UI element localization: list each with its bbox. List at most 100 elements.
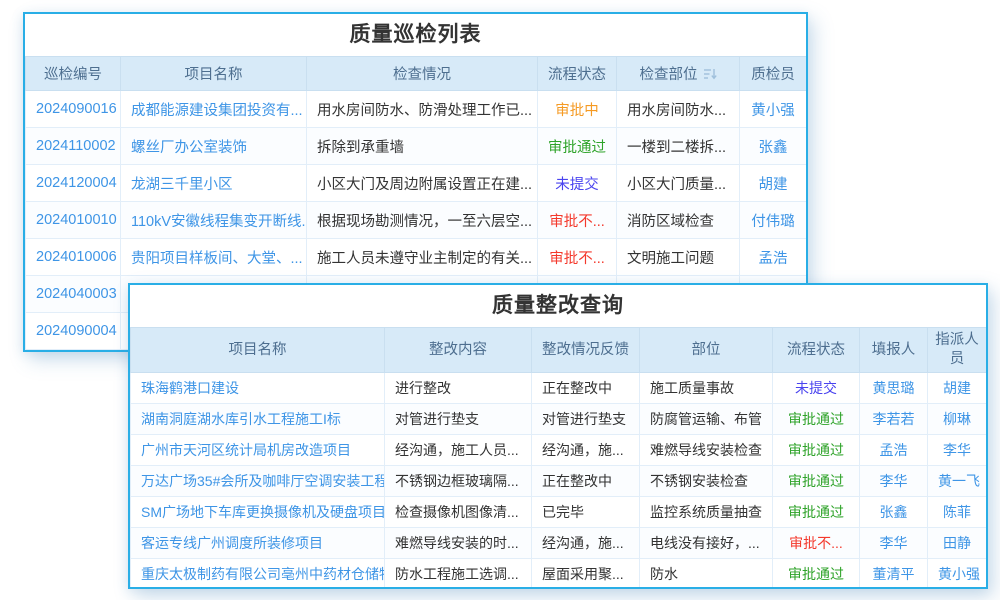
header-flow-status: 流程状态 xyxy=(773,328,860,373)
inspector-link[interactable]: 孟浩 xyxy=(759,251,788,267)
project-name-link[interactable]: 龙湖三千里小区 xyxy=(131,177,233,193)
rectification-table: 项目名称 整改内容 整改情况反馈 部位 流程状态 填报人 指派人员 珠海鹤港口建… xyxy=(130,327,987,589)
project-name-link[interactable]: 贵阳项目样板间、大堂、... xyxy=(131,251,303,267)
cell-inspection-id: 2024090004 xyxy=(26,313,121,350)
inspector-link[interactable]: 胡建 xyxy=(759,177,788,193)
cell-rectify-content: 对管进行垫支 xyxy=(385,404,532,435)
table-row: 2024010010 110kV安徽线程集变开断线... 根据现场勘测情况，一至… xyxy=(26,202,807,239)
header-inspection-id: 巡检编号 xyxy=(26,57,121,91)
assignee-link[interactable]: 黄小强 xyxy=(938,566,980,582)
cell-inspector: 胡建 xyxy=(740,165,807,202)
cell-flow-status: 审批通过 xyxy=(773,559,860,590)
cell-project-name: 龙湖三千里小区 xyxy=(121,165,307,202)
cell-check-part: 用水房间防水... xyxy=(617,91,740,128)
reporter-link[interactable]: 李华 xyxy=(880,535,908,551)
inspection-id-link[interactable]: 2024040003 xyxy=(36,286,117,302)
cell-flow-status: 审批不... xyxy=(538,202,617,239)
cell-inspection-id: 2024120004 xyxy=(26,165,121,202)
sort-descending-icon[interactable] xyxy=(703,68,717,84)
cell-inspector: 黄小强 xyxy=(740,91,807,128)
cell-project-name: 客运专线广州调度所装修项目 xyxy=(131,528,385,559)
table-row: 广州市天河区统计局机房改造项目 经沟通，施工人员... 经沟通，施... 难燃导… xyxy=(131,435,987,466)
assignee-link[interactable]: 黄一飞 xyxy=(938,473,980,489)
inspector-link[interactable]: 黄小强 xyxy=(751,103,795,119)
assignee-link[interactable]: 胡建 xyxy=(943,380,971,396)
assignee-link[interactable]: 柳琳 xyxy=(943,411,971,427)
cell-flow-status: 审批通过 xyxy=(773,466,860,497)
cell-part: 不锈钢安装检查 xyxy=(640,466,773,497)
header-rectify-content: 整改内容 xyxy=(385,328,532,373)
cell-reporter: 黄思璐 xyxy=(860,373,928,404)
header-rectify-feedback: 整改情况反馈 xyxy=(532,328,640,373)
inspection-id-link[interactable]: 2024010010 xyxy=(36,212,117,228)
assignee-link[interactable]: 田静 xyxy=(943,535,971,551)
project-name-link[interactable]: SM广场地下车库更换摄像机及硬盘项目 xyxy=(141,504,385,520)
table-row: 重庆太极制药有限公司亳州中药材仓储物流 防水工程施工选调... 屋面采用聚...… xyxy=(131,559,987,590)
inspection-id-link[interactable]: 2024010006 xyxy=(36,249,117,265)
project-name-link[interactable]: 成都能源建设集团投资有... xyxy=(131,103,303,119)
cell-rectify-feedback: 屋面采用聚... xyxy=(532,559,640,590)
header-part: 部位 xyxy=(640,328,773,373)
inspection-id-link[interactable]: 2024120004 xyxy=(36,175,117,191)
cell-part: 监控系统质量抽查 xyxy=(640,497,773,528)
reporter-link[interactable]: 张鑫 xyxy=(880,504,908,520)
project-name-link[interactable]: 湖南洞庭湖水库引水工程施工I标 xyxy=(141,411,341,427)
project-name-link[interactable]: 万达广场35#会所及咖啡厅空调安装工程 xyxy=(141,473,385,489)
cell-reporter: 张鑫 xyxy=(860,497,928,528)
cell-flow-status: 审批中 xyxy=(538,91,617,128)
cell-inspection-id: 2024110002 xyxy=(26,128,121,165)
cell-project-name: 贵阳项目样板间、大堂、... xyxy=(121,239,307,276)
header-flow-status: 流程状态 xyxy=(538,57,617,91)
reporter-link[interactable]: 黄思璐 xyxy=(873,380,915,396)
cell-assignee: 柳琳 xyxy=(928,404,987,435)
cell-inspection-id: 2024040003 xyxy=(26,276,121,313)
cell-rectify-feedback: 经沟通，施... xyxy=(532,528,640,559)
cell-rectify-content: 进行整改 xyxy=(385,373,532,404)
cell-rectify-feedback: 正在整改中 xyxy=(532,466,640,497)
inspection-window-title: 质量巡检列表 xyxy=(25,14,806,56)
cell-inspection-id: 2024010006 xyxy=(26,239,121,276)
cell-inspector: 孟浩 xyxy=(740,239,807,276)
cell-assignee: 陈菲 xyxy=(928,497,987,528)
cell-part: 防水 xyxy=(640,559,773,590)
assignee-link[interactable]: 李华 xyxy=(943,442,971,458)
inspection-id-link[interactable]: 2024110002 xyxy=(36,138,116,154)
inspection-id-link[interactable]: 2024090004 xyxy=(36,323,117,339)
inspection-header-row: 巡检编号 项目名称 检查情况 流程状态 检查部位 质检员 xyxy=(26,57,807,91)
cell-rectify-content: 不锈钢边框玻璃隔... xyxy=(385,466,532,497)
reporter-link[interactable]: 李华 xyxy=(880,473,908,489)
cell-project-name: 珠海鹤港口建设 xyxy=(131,373,385,404)
reporter-link[interactable]: 李若若 xyxy=(873,411,915,427)
header-assignee: 指派人员 xyxy=(928,328,987,373)
rectification-header-row: 项目名称 整改内容 整改情况反馈 部位 流程状态 填报人 指派人员 xyxy=(131,328,987,373)
cell-check-situation: 小区大门及周边附属设置正在建... xyxy=(307,165,538,202)
header-project-name: 项目名称 xyxy=(131,328,385,373)
cell-project-name: 螺丝厂办公室装饰 xyxy=(121,128,307,165)
header-check-situation: 检查情况 xyxy=(307,57,538,91)
inspector-link[interactable]: 付伟璐 xyxy=(751,214,795,230)
cell-reporter: 李若若 xyxy=(860,404,928,435)
inspector-link[interactable]: 张鑫 xyxy=(759,140,788,156)
cell-inspection-id: 2024010010 xyxy=(26,202,121,239)
project-name-link[interactable]: 110kV安徽线程集变开断线... xyxy=(131,214,307,230)
header-check-part-label: 检查部位 xyxy=(640,67,698,83)
project-name-link[interactable]: 客运专线广州调度所装修项目 xyxy=(141,535,323,551)
assignee-link[interactable]: 陈菲 xyxy=(943,504,971,520)
project-name-link[interactable]: 珠海鹤港口建设 xyxy=(141,380,239,396)
project-name-link[interactable]: 重庆太极制药有限公司亳州中药材仓储物流 xyxy=(141,566,385,582)
inspection-id-link[interactable]: 2024090016 xyxy=(36,101,117,117)
table-row: 2024090016 成都能源建设集团投资有... 用水房间防水、防滑处理工作已… xyxy=(26,91,807,128)
project-name-link[interactable]: 广州市天河区统计局机房改造项目 xyxy=(141,442,351,458)
cell-project-name: 重庆太极制药有限公司亳州中药材仓储物流 xyxy=(131,559,385,590)
cell-project-name: 广州市天河区统计局机房改造项目 xyxy=(131,435,385,466)
header-project-name: 项目名称 xyxy=(121,57,307,91)
project-name-link[interactable]: 螺丝厂办公室装饰 xyxy=(131,140,247,156)
header-check-part[interactable]: 检查部位 xyxy=(617,57,740,91)
cell-assignee: 黄小强 xyxy=(928,559,987,590)
table-row: 2024110002 螺丝厂办公室装饰 拆除到承重墙 审批通过 一楼到二楼拆..… xyxy=(26,128,807,165)
table-row: 湖南洞庭湖水库引水工程施工I标 对管进行垫支 对管进行垫支 防腐管运输、布管 审… xyxy=(131,404,987,435)
cell-rectify-feedback: 已完毕 xyxy=(532,497,640,528)
cell-flow-status: 审批不... xyxy=(773,528,860,559)
reporter-link[interactable]: 孟浩 xyxy=(880,442,908,458)
reporter-link[interactable]: 董清平 xyxy=(873,566,915,582)
